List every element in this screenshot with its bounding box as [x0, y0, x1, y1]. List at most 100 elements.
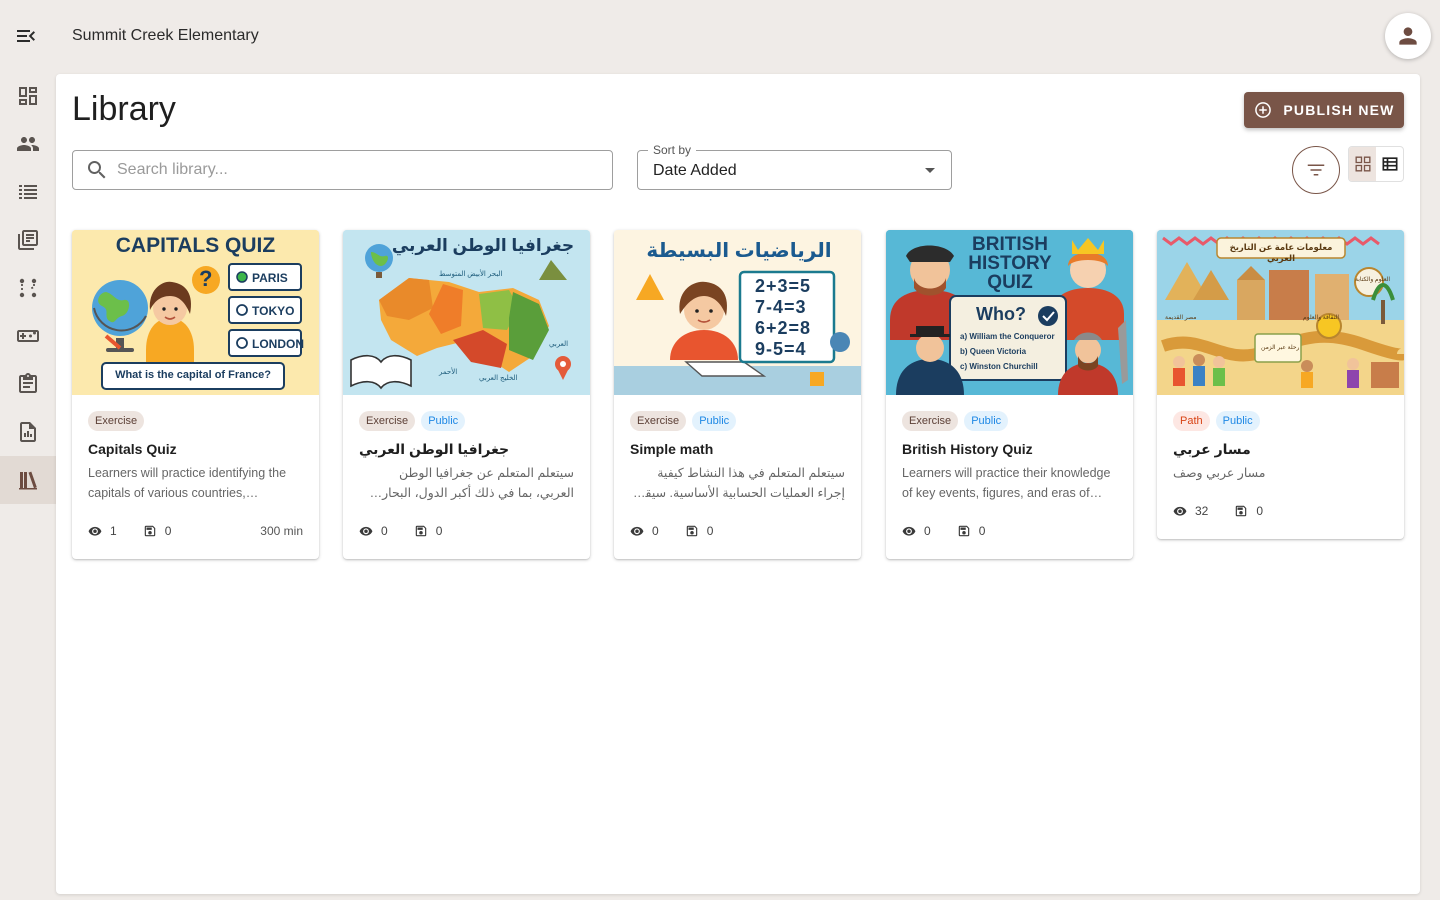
- top-bar: Summit Creek Elementary: [0, 0, 1440, 72]
- thumbnail-option: c) Winston Churchill: [960, 362, 1038, 371]
- saves-stat: 0: [685, 524, 714, 538]
- table-list-icon: [1382, 157, 1397, 171]
- card-thumbnail: معلومات عامة عن التاريخ العربي مصر القدي…: [1157, 230, 1404, 395]
- card-thumbnail: جغرافيا الوطن العربي البحر الأبيض المتوس…: [343, 230, 590, 395]
- side-nav: [0, 72, 56, 504]
- thumbnail-equation: 7-4=3: [755, 297, 807, 317]
- views-count: 0: [381, 524, 388, 538]
- card-chips: Exercise: [88, 411, 303, 431]
- library-card-arab-geography[interactable]: جغرافيا الوطن العربي البحر الأبيض المتوس…: [343, 230, 590, 559]
- eye-icon: [359, 526, 373, 536]
- thumbnail-equation: 6+2=8: [755, 318, 812, 338]
- visibility-chip: Public: [1215, 411, 1260, 431]
- sidebar-item-articles[interactable]: [0, 216, 56, 264]
- thumbnail-label: العلوم والكتابة: [1355, 277, 1391, 283]
- search-box[interactable]: [72, 150, 613, 190]
- thumbnail-label: العربي: [549, 341, 569, 348]
- saves-count: 0: [706, 524, 714, 538]
- card-title: Simple math: [630, 441, 714, 457]
- saves-count: 0: [978, 524, 986, 538]
- publish-new-button[interactable]: PUBLISH NEW: [1244, 92, 1404, 128]
- sidebar-item-games[interactable]: [0, 312, 56, 360]
- views-count: 0: [652, 524, 659, 538]
- saves-stat: 0: [143, 524, 172, 538]
- saves-stat: 0: [1234, 504, 1263, 518]
- sidebar-item-library[interactable]: [0, 456, 56, 504]
- card-thumbnail: CAPITALS QUIZ ? PARIS TOKYO LONDON What …: [72, 230, 319, 395]
- sidebar-item-people[interactable]: [0, 120, 56, 168]
- save-icon: [415, 525, 426, 537]
- sidebar-item-list[interactable]: [0, 168, 56, 216]
- views-count: 32: [1195, 504, 1209, 518]
- publish-new-label: PUBLISH NEW: [1283, 102, 1395, 118]
- sort-value: Date Added: [653, 162, 737, 179]
- card-stats: 1 0 300 min: [88, 503, 303, 559]
- saves-count: 0: [1256, 504, 1264, 518]
- eye-icon: [88, 526, 102, 536]
- sidebar-item-reports[interactable]: [0, 408, 56, 456]
- thumbnail-title-line: QUIZ: [987, 272, 1033, 293]
- library-card-capitals-quiz[interactable]: CAPITALS QUIZ ? PARIS TOKYO LONDON What …: [72, 230, 319, 559]
- sort-label: Sort by: [648, 143, 697, 157]
- card-description: سيتعلم المتعلم في هذا النشاط كيفية إجراء…: [631, 466, 845, 500]
- org-name: Summit Creek Elementary: [72, 27, 259, 44]
- card-stats: 32 0: [1173, 483, 1388, 539]
- type-chip: Path: [1173, 411, 1210, 431]
- visibility-chip: Public: [421, 411, 466, 431]
- filter-button[interactable]: [1292, 146, 1340, 194]
- thumbnail-option: LONDON: [252, 337, 304, 351]
- view-toggle: [1348, 146, 1404, 182]
- thumbnail-label: رحلة عبر الزمن: [1261, 345, 1300, 351]
- views-stat: 1: [88, 524, 117, 538]
- thumbnail-title: CAPITALS QUIZ: [115, 234, 276, 257]
- saves-stat: 0: [414, 524, 443, 538]
- search-input[interactable]: [117, 161, 597, 179]
- visibility-chip: Public: [964, 411, 1009, 431]
- menu-collapse-icon[interactable]: [14, 24, 42, 48]
- grid-view-button[interactable]: [1349, 147, 1376, 181]
- article-icon: [18, 230, 38, 250]
- type-chip: Exercise: [902, 411, 959, 431]
- card-title: Capitals Quiz: [88, 441, 177, 457]
- card-chips: Exercise Public: [359, 411, 574, 431]
- thumbnail-label: الأحمر: [439, 369, 458, 376]
- card-title: مسار عربي: [1173, 441, 1251, 457]
- saves-count: 0: [164, 524, 172, 538]
- account-avatar[interactable]: [1385, 13, 1431, 59]
- save-icon: [958, 525, 969, 537]
- type-chip: Exercise: [88, 411, 145, 431]
- thumbnail-equation: 9-5=4: [755, 339, 807, 359]
- views-stat: 0: [630, 524, 659, 538]
- card-thumbnail: الرياضيات البسيطة 2+3=5 7-4=3 6+2=8 9-5=…: [614, 230, 861, 395]
- thumbnail-question-mark: ?: [199, 266, 213, 291]
- thumbnail-option: PARIS: [252, 271, 288, 285]
- dashboard-icon: [19, 87, 37, 105]
- card-description: Learners will practice their knowledge o…: [902, 466, 1111, 500]
- card-thumbnail: BRITISH HISTORY QUIZ Who? a) William the…: [886, 230, 1133, 395]
- save-icon: [1236, 505, 1247, 517]
- library-card-simple-math[interactable]: الرياضيات البسيطة 2+3=5 7-4=3 6+2=8 9-5=…: [614, 230, 861, 559]
- sidebar-item-dashboard[interactable]: [0, 72, 56, 120]
- report-icon: [20, 422, 36, 442]
- dropdown-arrow-icon: [925, 168, 935, 173]
- library-card-arabic-path[interactable]: معلومات عامة عن التاريخ العربي مصر القدي…: [1157, 230, 1404, 539]
- card-description: Learners will practice identifying the c…: [88, 466, 287, 500]
- sidebar-item-paths[interactable]: [0, 264, 56, 312]
- sort-select[interactable]: Sort by Date Added: [637, 143, 952, 190]
- save-icon: [686, 525, 697, 537]
- library-card-british-history[interactable]: BRITISH HISTORY QUIZ Who? a) William the…: [886, 230, 1133, 559]
- main-panel: Library PUBLISH NEW Sort by Date Added: [56, 74, 1420, 894]
- people-icon: [17, 137, 39, 151]
- sidebar-item-assignments[interactable]: [0, 360, 56, 408]
- views-stat: 32: [1173, 504, 1208, 518]
- thumbnail-equation: 2+3=5: [755, 276, 812, 296]
- views-stat: 0: [359, 524, 388, 538]
- saves-count: 0: [435, 524, 443, 538]
- list-view-button[interactable]: [1376, 147, 1403, 181]
- add-circle-icon: [1255, 102, 1272, 118]
- card-description: سيتعلم المتعلم عن جغرافيا الوطن العربي، …: [382, 466, 574, 500]
- eye-icon: [1173, 506, 1187, 516]
- thumbnail-question: What is the capital of France?: [115, 369, 271, 381]
- thumbnail-option: b) Queen Victoria: [960, 347, 1027, 356]
- thumbnail-title: جغرافيا الوطن العربي: [391, 236, 575, 255]
